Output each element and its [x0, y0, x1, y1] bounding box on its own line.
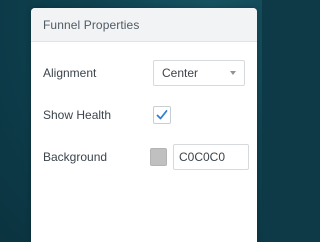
- background-color-input[interactable]: [173, 144, 249, 170]
- panel-title: Funnel Properties: [43, 17, 140, 32]
- checkmark-icon: [156, 110, 168, 120]
- alignment-select[interactable]: Center: [153, 60, 245, 86]
- background-color-swatch[interactable]: [149, 148, 167, 166]
- alignment-value: Center: [162, 66, 199, 80]
- show-health-checkbox[interactable]: [153, 106, 171, 124]
- show-health-row: Show Health: [43, 106, 249, 124]
- funnel-properties-panel: Funnel Properties Alignment Center Show …: [31, 8, 257, 242]
- alignment-row: Alignment Center: [43, 60, 249, 86]
- chevron-down-icon: [230, 71, 236, 75]
- background-label: Background: [43, 150, 108, 164]
- show-health-label: Show Health: [43, 108, 112, 122]
- background-row: Background: [43, 144, 249, 170]
- panel-header: Funnel Properties: [31, 8, 257, 42]
- alignment-label: Alignment: [43, 66, 97, 80]
